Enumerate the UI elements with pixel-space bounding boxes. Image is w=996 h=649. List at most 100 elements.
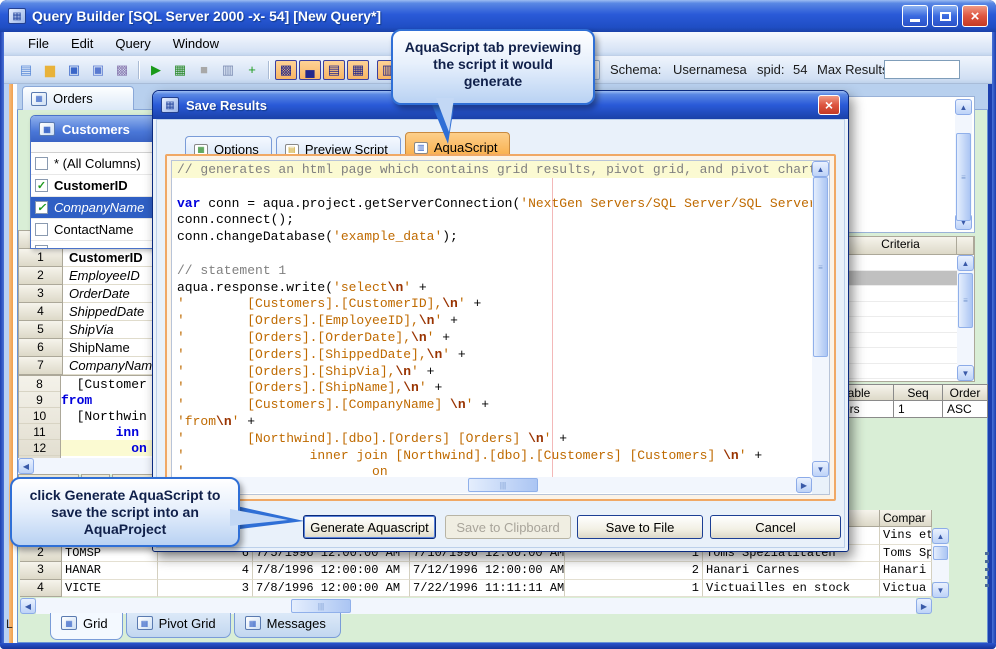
table-row[interactable]: 3 HANAR 4 7/8/1996 12:00:00 AM 7/12/1996 12:… <box>20 562 932 580</box>
splitter-grip[interactable] <box>985 552 989 588</box>
execute-grid-icon[interactable]: ▦ <box>169 60 191 80</box>
tab-orders[interactable]: ▦ Orders <box>22 86 134 110</box>
save-to-clipboard-button: Save to Clipboard <box>445 515 571 539</box>
close-button[interactable]: × <box>962 5 988 27</box>
scroll-up-icon[interactable]: ▲ <box>932 528 949 544</box>
code-line: ' [Orders].[ShipVia],\n' + <box>177 363 435 379</box>
tab-label: Messages <box>266 616 326 631</box>
unchecked-checkbox-icon[interactable] <box>35 157 48 170</box>
scroll-right-icon[interactable]: ▶ <box>916 598 932 614</box>
unchecked-checkbox-icon[interactable] <box>35 245 48 248</box>
max-results-input[interactable] <box>884 60 960 79</box>
result-view-tabs: ▦ Grid ▦ Pivot Grid ▦ Messages <box>50 613 341 640</box>
dialog-close-button[interactable]: × <box>818 95 840 115</box>
scroll-right-icon[interactable]: ▶ <box>796 477 812 493</box>
cancel-button[interactable]: Cancel <box>710 515 841 539</box>
menu-window[interactable]: Window <box>163 34 229 53</box>
scroll-left-icon[interactable]: ◀ <box>20 598 36 614</box>
open-file-icon[interactable]: ▆ <box>39 60 61 80</box>
menu-query[interactable]: Query <box>105 34 160 53</box>
code-line: var conn = aqua.project.getServerConnect… <box>177 195 812 211</box>
result-cell: 7/8/1996 12:00:00 AM <box>253 562 410 580</box>
row-number: 6 <box>19 339 63 357</box>
maximize-button[interactable] <box>932 5 958 27</box>
scroll-down-icon[interactable]: ▼ <box>812 461 829 477</box>
code-area[interactable]: // generates an html page which contains… <box>172 161 812 477</box>
unchecked-checkbox-icon[interactable] <box>35 223 48 236</box>
row-number: 3 <box>20 562 62 580</box>
script-window-icon[interactable]: ▥ <box>217 60 239 80</box>
scroll-down-icon[interactable]: ▼ <box>957 365 974 381</box>
tab-pivot-grid[interactable]: ▦ Pivot Grid <box>125 613 231 638</box>
minimize-button[interactable] <box>902 5 928 27</box>
window-layout-icon[interactable]: ▩ <box>275 59 297 80</box>
table-row[interactable]: 4 VICTE 3 7/8/1996 12:00:00 AM 7/22/1996 11:… <box>20 579 932 597</box>
menu-edit[interactable]: Edit <box>61 34 103 53</box>
run-icon[interactable]: ▶ <box>145 60 167 80</box>
row-number: 3 <box>19 285 63 303</box>
grid-panel-icon[interactable]: ▦ <box>347 59 369 80</box>
notes-panel-icon[interactable]: ▤ <box>323 59 345 80</box>
scroll-up-icon[interactable]: ▲ <box>957 255 974 271</box>
generate-aquascript-button[interactable]: Generate Aquascript <box>303 515 436 539</box>
messages-icon: ▦ <box>244 616 261 630</box>
row-number: 4 <box>20 579 62 597</box>
checked-checkbox-icon[interactable]: ✓ <box>35 179 48 192</box>
criteria-vertical-scrollbar[interactable]: ▲ ≡ ▼ <box>957 255 974 381</box>
scroll-up-icon[interactable]: ▲ <box>955 99 972 115</box>
aquascript-icon: ▥ <box>413 141 428 154</box>
criteria-column-header: Criteria <box>845 237 957 255</box>
dialog-title: Save Results <box>186 97 267 113</box>
sql-line: inn <box>115 425 140 440</box>
save-as-icon[interactable]: ▣ <box>87 60 109 80</box>
callout-tail <box>230 509 288 526</box>
result-cell: VICTE <box>62 579 158 597</box>
code-vertical-scrollbar[interactable]: ▲ ≡ ▼ <box>812 161 829 477</box>
code-line: ' [Northwind].[dbo].[Orders] [Orders] \n… <box>177 430 568 446</box>
column-item-label: * (All Columns) <box>54 156 141 171</box>
sql-editor[interactable]: 8 9 10 11 12 [Customer from [Northwin inn on <box>18 376 152 458</box>
checked-checkbox-icon[interactable]: ✓ <box>35 201 48 214</box>
tab-grid[interactable]: ▦ Grid <box>50 613 123 640</box>
save-to-file-button[interactable]: Save to File <box>577 515 703 539</box>
result-cell: 2 <box>565 562 703 580</box>
add-table-icon[interactable]: + <box>241 60 263 80</box>
row-number: 1 <box>19 249 63 267</box>
result-cell: 7/12/1996 12:00:00 AM <box>410 562 565 580</box>
result-cell: Toms Sp <box>880 544 932 563</box>
scroll-left-icon[interactable]: ◀ <box>18 458 34 474</box>
save-all-icon[interactable]: ▩ <box>111 60 133 80</box>
tab-messages[interactable]: ▦ Messages <box>233 613 341 638</box>
callout-tail <box>436 98 454 132</box>
line-number: 9 <box>19 392 60 408</box>
sql-editor-hscrollbar[interactable]: ◀ <box>18 458 152 474</box>
result-cell: Hanari Carnes <box>703 562 880 580</box>
title-bar: ▦ Query Builder [SQL Server 2000 -x- 54]… <box>0 0 996 32</box>
scroll-down-icon[interactable]: ▼ <box>932 582 949 598</box>
query-builder-window: ▦ Query Builder [SQL Server 2000 -x- 54]… <box>0 0 996 649</box>
code-line: ' inner join [Northwind].[dbo].[Customer… <box>177 447 763 463</box>
username-value: sa <box>733 62 747 77</box>
code-line: ' on <box>177 464 388 477</box>
code-line: ' [Customers].[CompanyName] \n' + <box>177 397 490 413</box>
results-horizontal-scrollbar[interactable]: ◀ ||| ▶ <box>20 598 932 614</box>
results-panel-icon[interactable]: ▄ <box>299 59 321 80</box>
spid-label: spid: <box>757 62 785 77</box>
toolbar-separator <box>268 60 270 79</box>
code-horizontal-scrollbar[interactable]: ◀ ||| ▶ <box>172 477 812 493</box>
result-cell: HANAR <box>62 562 158 580</box>
results-vertical-scrollbar[interactable]: ▲ ▼ <box>932 528 949 598</box>
toolbar-separator <box>138 60 140 79</box>
line-number: 8 <box>19 376 60 392</box>
window-frame-bottom <box>0 643 996 649</box>
aquascript-code-editor[interactable]: // generates an html page which contains… <box>171 160 830 495</box>
code-line: conn.connect(); <box>177 212 295 228</box>
stop-icon[interactable]: ■ <box>193 60 215 80</box>
save-icon[interactable]: ▣ <box>63 60 85 80</box>
diagram-vertical-scrollbar[interactable]: ▲ ≡ ▼ <box>955 99 972 230</box>
scroll-up-icon[interactable]: ▲ <box>812 161 829 177</box>
menu-file[interactable]: File <box>18 34 59 53</box>
tab-label: Grid <box>83 616 108 631</box>
new-query-icon[interactable]: ▤ <box>15 60 37 80</box>
